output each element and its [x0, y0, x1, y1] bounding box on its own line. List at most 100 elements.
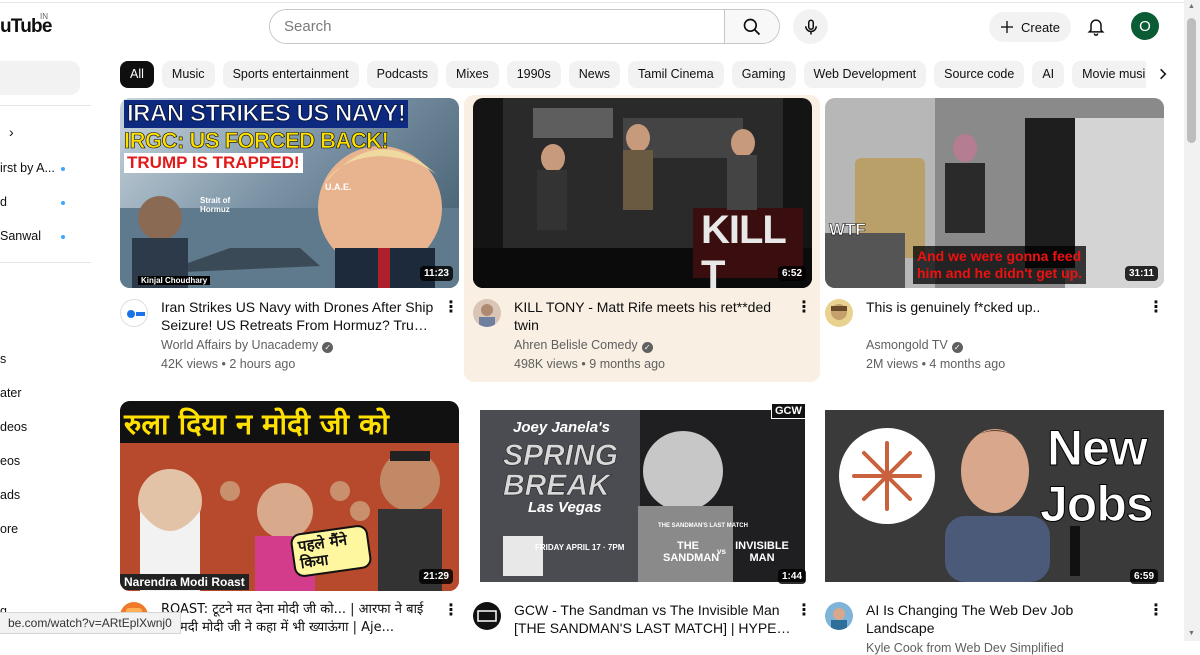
video-duration: 1:44 [777, 569, 806, 584]
chip-sports-entertainment[interactable]: Sports entertainment [222, 61, 359, 88]
video-thumbnail[interactable]: KILL T 6:52 [473, 98, 812, 288]
search-input[interactable] [270, 10, 724, 43]
account-avatar[interactable]: O [1131, 12, 1159, 40]
new-content-dot [61, 167, 65, 171]
microphone-icon [804, 19, 817, 34]
chevron-right-icon [1160, 68, 1167, 80]
verified-badge-icon: ✓ [951, 342, 963, 353]
thumbnail-caption: U.A.E. [325, 182, 352, 192]
video-thumbnail[interactable]: New Jobs 6:59 [825, 401, 1164, 591]
video-duration: 11:23 [419, 266, 453, 281]
video-card[interactable]: KILL T 6:52 KILL TONY - Matt Rife meets … [464, 95, 820, 382]
sidebar-item[interactable]: eos [0, 454, 20, 468]
video-thumbnail[interactable]: IRAN STRIKES US NAVY! IRGC: US FORCED BA… [120, 98, 459, 288]
more-options-icon[interactable]: ⋮ [1148, 298, 1164, 318]
channel-name-text[interactable]: World Affairs by Unacademy [161, 338, 318, 352]
sidebar-item[interactable]: deos [0, 420, 27, 434]
search-icon [743, 18, 761, 35]
chip-podcasts[interactable]: Podcasts [366, 61, 439, 88]
video-title[interactable]: ROAST: टूटने मत देना मोदी जी को... | आरफ… [161, 601, 439, 637]
thumbnail-headline: Las Vegas [528, 499, 602, 516]
channel-avatar[interactable] [825, 602, 853, 630]
sidebar-divider [0, 105, 91, 106]
more-options-icon[interactable]: ⋮ [443, 298, 459, 318]
unacademy-logo-icon [127, 310, 145, 318]
video-duration: 21:29 [419, 569, 453, 584]
video-card[interactable]: रुला दिया न मोदी जी को पहले मैंने किया N… [120, 401, 459, 641]
sidebar-item[interactable]: ater [0, 386, 22, 400]
channel-name[interactable]: World Affairs by Unacademy ✓ [161, 338, 334, 353]
chip-gaming[interactable]: Gaming [731, 61, 796, 88]
sidebar-item[interactable]: ads [0, 488, 20, 502]
sidebar-divider [0, 262, 91, 263]
scrollbar-thumb[interactable] [1187, 18, 1196, 143]
chip-web-development[interactable]: Web Development [803, 61, 927, 88]
channel-name-text[interactable]: Ahren Belisle Comedy [514, 338, 638, 352]
chevron-right-icon[interactable]: › [9, 124, 14, 140]
channel-name-text[interactable]: Asmongold TV [866, 338, 948, 352]
scroll-up-arrow-icon[interactable]: ▲ [1188, 3, 1195, 10]
channel-avatar[interactable] [473, 602, 501, 630]
scroll-down-arrow-icon[interactable]: ▼ [1188, 630, 1195, 637]
logo-country-code: IN [40, 12, 48, 21]
channel-avatar[interactable] [120, 299, 148, 327]
chip-scroll-next-button[interactable] [1146, 59, 1180, 89]
video-duration: 6:59 [1129, 569, 1158, 584]
video-title[interactable]: This is genuinely f*cked up.. [866, 298, 1144, 316]
video-thumbnail[interactable]: WTF And we were gonna feed him and he di… [825, 98, 1164, 288]
masthead: uTube IN Create O [0, 0, 1200, 52]
sidebar-subscription[interactable]: irst by A... [0, 161, 55, 175]
chip-movie-musicals[interactable]: Movie musi [1072, 61, 1156, 88]
more-options-icon[interactable]: ⋮ [443, 601, 459, 621]
gcw-logo-icon [477, 610, 497, 622]
video-duration: 6:52 [777, 266, 806, 281]
chip-1990s[interactable]: 1990s [506, 61, 561, 88]
channel-avatar[interactable] [473, 299, 501, 327]
chip-news[interactable]: News [568, 61, 621, 88]
chip-music[interactable]: Music [161, 61, 215, 88]
channel-avatar[interactable] [825, 299, 853, 327]
video-card[interactable]: GCW Joey Janela's SPRING BREAK Las Vegas… [473, 401, 812, 641]
thumbnail-caption: And we were gonna feed him and he didn't… [913, 246, 1087, 284]
notifications-button[interactable] [1082, 12, 1110, 40]
video-card[interactable]: WTF And we were gonna feed him and he di… [825, 98, 1164, 383]
sidebar-subscription[interactable]: Sanwal [0, 229, 41, 243]
sidebar-subscription[interactable]: d [0, 195, 7, 209]
thumbnail-headline: Jobs [1040, 476, 1155, 532]
sidebar-item-home[interactable] [0, 61, 80, 95]
create-button[interactable]: Create [989, 12, 1071, 42]
more-options-icon[interactable]: ⋮ [796, 601, 812, 621]
chip-mixes[interactable]: Mixes [446, 61, 499, 88]
more-options-icon[interactable]: ⋮ [1148, 601, 1164, 621]
video-card[interactable]: New Jobs 6:59 AI Is Changing The Web Dev… [825, 401, 1164, 655]
thumbnail-logo: GCW [771, 403, 806, 419]
video-title[interactable]: KILL TONY - Matt Rife meets his ret**ded… [514, 298, 792, 334]
create-label: Create [1021, 19, 1061, 35]
channel-name[interactable]: Kyle Cook from Web Dev Simplified [866, 641, 1064, 655]
sidebar-item[interactable]: ore [0, 522, 18, 536]
thumbnail-headline: रुला दिया न मोदी जी को [124, 407, 389, 441]
sidebar-item[interactable]: s [0, 352, 6, 366]
search-box [269, 9, 780, 44]
chip-source-code[interactable]: Source code [934, 61, 1025, 88]
video-thumbnail[interactable]: रुला दिया न मोदी जी को पहले मैंने किया N… [120, 401, 459, 591]
video-title[interactable]: Iran Strikes US Navy with Drones After S… [161, 298, 439, 334]
thumbnail-caption: Strait of Hormuz [200, 196, 231, 214]
channel-name-text[interactable]: Kyle Cook from Web Dev Simplified [866, 641, 1064, 655]
thumbnail-headline: TRUMP IS TRAPPED! [124, 153, 303, 173]
voice-search-button[interactable] [793, 9, 828, 44]
search-button[interactable] [724, 10, 779, 43]
view-count: 2M views [866, 357, 919, 371]
video-card[interactable]: IRAN STRIKES US NAVY! IRGC: US FORCED BA… [120, 98, 459, 383]
channel-name[interactable]: Asmongold TV ✓ [866, 338, 963, 353]
chip-all[interactable]: All [120, 61, 154, 88]
chip-tamil-cinema[interactable]: Tamil Cinema [628, 61, 724, 88]
thumbnail-wrestler: THE SANDMAN [663, 540, 720, 564]
video-meta: 2M views • 4 months ago [866, 357, 1006, 371]
video-thumbnail[interactable]: GCW Joey Janela's SPRING BREAK Las Vegas… [473, 401, 812, 591]
chip-ai[interactable]: AI [1032, 61, 1065, 88]
channel-name[interactable]: Ahren Belisle Comedy ✓ [514, 338, 653, 353]
video-title[interactable]: AI Is Changing The Web Dev Job Landscape [866, 601, 1144, 637]
more-options-icon[interactable]: ⋮ [796, 298, 812, 318]
video-title[interactable]: GCW - The Sandman vs The Invisible Man [… [514, 601, 792, 637]
